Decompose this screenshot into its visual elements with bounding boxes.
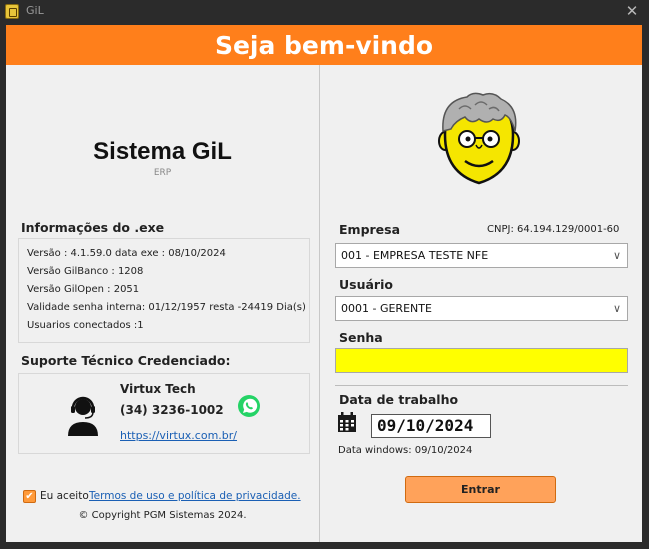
- usuario-select[interactable]: 0001 - GERENTE ∨: [335, 296, 628, 321]
- system-title: Sistema GiL: [93, 138, 232, 165]
- info-line: Validade senha interna: 01/12/1957 resta…: [27, 302, 306, 313]
- enter-button[interactable]: Entrar: [405, 476, 556, 503]
- welcome-banner: Seja bem-vindo: [6, 25, 642, 65]
- gil-mascot-icon: [438, 92, 520, 185]
- window-title: GiL: [26, 4, 44, 17]
- data-label: Data de trabalho: [339, 392, 459, 407]
- calendar-icon[interactable]: [337, 411, 357, 433]
- horizontal-divider: [335, 385, 628, 386]
- system-subtitle: ERP: [153, 168, 172, 178]
- login-window: Seja bem-vindo Sistema GiL ERP Informaçõ…: [6, 25, 642, 542]
- accept-terms-checkbox[interactable]: ✔: [23, 490, 36, 503]
- info-line: Versão : 4.1.59.0 data exe : 08/10/2024: [27, 248, 226, 259]
- chevron-down-icon: ∨: [612, 249, 621, 262]
- support-panel: Virtux Tech (34) 3236-1002 https://virtu…: [18, 373, 310, 454]
- password-field[interactable]: [335, 348, 628, 373]
- title-bar: GiL ✕: [0, 0, 649, 24]
- support-heading: Suporte Técnico Credenciado:: [21, 353, 231, 368]
- support-agent-icon: [68, 396, 98, 436]
- usuario-value: 0001 - GERENTE: [341, 302, 432, 315]
- info-heading: Informações do .exe: [21, 220, 165, 235]
- info-line: Versão GilOpen : 2051: [27, 284, 140, 295]
- support-phone: (34) 3236-1002: [120, 403, 224, 417]
- info-line: Usuarios conectados :1: [27, 320, 144, 331]
- work-date-input[interactable]: 09/10/2024: [371, 414, 491, 438]
- info-line: Versão GilBanco : 1208: [27, 266, 144, 277]
- empresa-value: 001 - EMPRESA TESTE NFE: [341, 249, 489, 262]
- close-button[interactable]: ✕: [624, 2, 640, 20]
- senha-label: Senha: [339, 330, 383, 345]
- copyright-text: © Copyright PGM Sistemas 2024.: [78, 510, 247, 521]
- windows-date-text: Data windows: 09/10/2024: [338, 445, 473, 456]
- app-icon: [5, 4, 19, 19]
- vertical-divider: [319, 65, 320, 542]
- empresa-select[interactable]: 001 - EMPRESA TESTE NFE ∨: [335, 243, 628, 268]
- empresa-label: Empresa: [339, 222, 401, 237]
- whatsapp-icon[interactable]: [237, 394, 261, 418]
- cnpj-text: CNPJ: 64.194.129/0001-60: [487, 224, 620, 235]
- support-company-name: Virtux Tech: [120, 382, 196, 396]
- usuario-label: Usuário: [339, 277, 393, 292]
- chevron-down-icon: ∨: [612, 302, 621, 315]
- info-panel: Versão : 4.1.59.0 data exe : 08/10/2024 …: [18, 238, 310, 343]
- support-website-link[interactable]: https://virtux.com.br/: [120, 429, 237, 442]
- accept-label: Eu aceito: [40, 490, 89, 502]
- terms-link[interactable]: Termos de uso e política de privacidade.: [89, 490, 301, 502]
